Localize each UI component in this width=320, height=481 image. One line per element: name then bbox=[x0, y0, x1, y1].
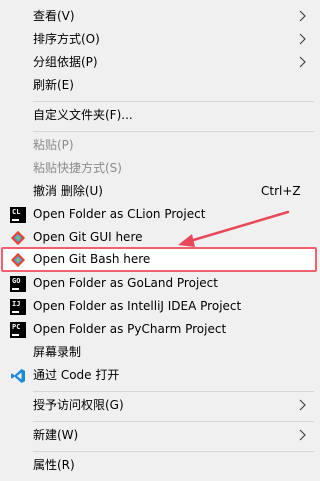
menu-item-label: Open Folder as CLion Project bbox=[33, 207, 206, 221]
git-icon bbox=[10, 230, 26, 246]
menu-item-label: Open Git GUI here bbox=[33, 230, 143, 244]
menu-item-new[interactable]: 新建(W) bbox=[0, 424, 318, 447]
chevron-right-icon bbox=[299, 399, 306, 411]
menu-item-label: 查看(V) bbox=[33, 9, 75, 23]
chevron-right-icon bbox=[299, 10, 306, 22]
pycharm-icon: PC bbox=[10, 322, 26, 338]
menu-item-label: 粘贴(P) bbox=[33, 138, 74, 152]
menu-item-properties[interactable]: 属性(R) bbox=[0, 454, 318, 477]
shortcut-text: Ctrl+Z bbox=[261, 184, 301, 198]
menu-separator bbox=[33, 391, 314, 392]
context-menu: 查看(V) 排序方式(O) 分组依据(P) 刷新(E) 自定义文件夹(F)...… bbox=[0, 0, 318, 481]
menu-separator bbox=[33, 451, 314, 452]
menu-item-open-intellij[interactable]: IJ Open Folder as IntelliJ IDEA Project bbox=[0, 295, 318, 318]
clion-icon: CL bbox=[10, 207, 26, 223]
menu-item-label: 撤消 删除(U) bbox=[33, 184, 103, 198]
menu-item-open-with-code[interactable]: 通过 Code 打开 bbox=[0, 364, 318, 387]
goland-icon: GO bbox=[10, 276, 26, 292]
menu-item-label: 通过 Code 打开 bbox=[33, 368, 120, 382]
menu-item-label: 属性(R) bbox=[33, 458, 75, 472]
menu-item-label: 分组依据(P) bbox=[33, 55, 98, 69]
chevron-right-icon bbox=[299, 56, 306, 68]
menu-item-refresh[interactable]: 刷新(E) bbox=[0, 74, 318, 97]
menu-item-grant-access[interactable]: 授予访问权限(G) bbox=[0, 394, 318, 417]
menu-separator bbox=[33, 421, 314, 422]
menu-separator bbox=[33, 101, 314, 102]
menu-item-paste: 粘贴(P) bbox=[0, 134, 318, 157]
menu-item-customize-folder[interactable]: 自定义文件夹(F)... bbox=[0, 104, 318, 127]
intellij-icon: IJ bbox=[10, 299, 26, 315]
menu-item-undo-delete[interactable]: 撤消 删除(U) Ctrl+Z bbox=[0, 180, 318, 203]
menu-item-open-pycharm[interactable]: PC Open Folder as PyCharm Project bbox=[0, 318, 318, 341]
menu-item-label: 排序方式(O) bbox=[33, 32, 100, 46]
chevron-right-icon bbox=[299, 33, 306, 45]
menu-item-label: 粘贴快捷方式(S) bbox=[33, 161, 122, 175]
menu-separator bbox=[33, 131, 314, 132]
menu-item-label: 刷新(E) bbox=[33, 78, 74, 92]
menu-item-open-clion[interactable]: CL Open Folder as CLion Project bbox=[0, 203, 318, 226]
menu-item-group[interactable]: 分组依据(P) bbox=[0, 51, 318, 74]
menu-item-label: Open Folder as PyCharm Project bbox=[33, 322, 227, 336]
menu-item-sort[interactable]: 排序方式(O) bbox=[0, 28, 318, 51]
menu-item-label: 授予访问权限(G) bbox=[33, 398, 124, 412]
menu-item-open-git-gui[interactable]: Open Git GUI here bbox=[0, 226, 318, 249]
chevron-right-icon bbox=[299, 429, 306, 441]
git-icon bbox=[10, 252, 26, 268]
menu-item-label: 屏幕录制 bbox=[33, 345, 82, 359]
menu-item-label: Open Folder as GoLand Project bbox=[33, 276, 218, 290]
menu-item-label: 新建(W) bbox=[33, 428, 79, 442]
menu-item-screen-record[interactable]: 屏幕录制 bbox=[0, 341, 318, 364]
menu-item-open-git-bash[interactable]: Open Git Bash here bbox=[0, 248, 318, 271]
menu-item-open-goland[interactable]: GO Open Folder as GoLand Project bbox=[0, 272, 318, 295]
vscode-icon bbox=[11, 369, 25, 383]
menu-item-label: 自定义文件夹(F)... bbox=[33, 108, 133, 122]
menu-item-view[interactable]: 查看(V) bbox=[0, 5, 318, 28]
menu-item-paste-shortcut: 粘贴快捷方式(S) bbox=[0, 157, 318, 180]
menu-item-label: Open Git Bash here bbox=[33, 252, 151, 266]
menu-item-label: Open Folder as IntelliJ IDEA Project bbox=[33, 299, 242, 313]
